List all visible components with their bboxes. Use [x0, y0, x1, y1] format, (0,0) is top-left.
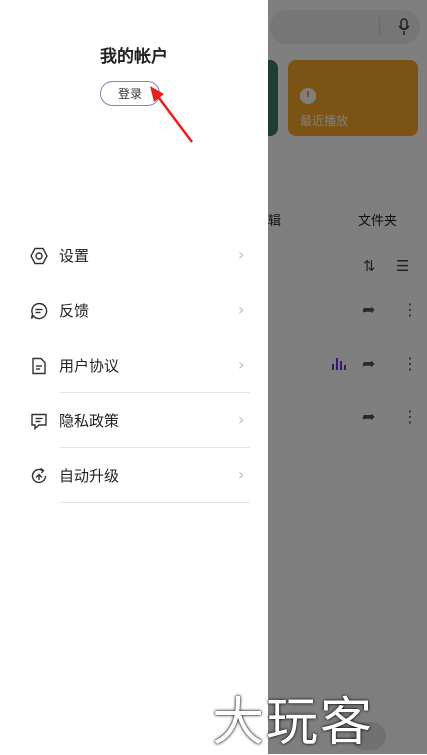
- chevron-right-icon: ›: [238, 410, 245, 429]
- menu-label: 用户协议: [59, 357, 120, 375]
- divider: [59, 502, 250, 503]
- privacy-note-icon: [31, 413, 47, 430]
- chevron-right-icon: ›: [238, 300, 245, 319]
- chevron-right-icon: ›: [238, 355, 245, 374]
- menu-label: 反馈: [59, 302, 90, 320]
- menu-item-auto-update[interactable]: 自动升级 ›: [0, 448, 268, 503]
- menu-item-settings[interactable]: 设置 ›: [0, 228, 268, 283]
- menu-item-user-agreement[interactable]: 用户协议 ›: [0, 338, 268, 393]
- navigation-drawer: 我的帐户 登录 设置 › 反馈 › 用户协议 › 隐私政策 › 自动升级 ›: [0, 0, 268, 754]
- menu-item-feedback[interactable]: 反馈 ›: [0, 283, 268, 338]
- account-title: 我的帐户: [100, 47, 168, 67]
- settings-hexagon-icon: [30, 247, 48, 265]
- annotation-arrow-icon: [150, 86, 193, 143]
- menu-label: 自动升级: [59, 467, 120, 485]
- menu-label: 隐私政策: [59, 412, 120, 430]
- document-icon: [32, 357, 46, 375]
- menu-item-privacy-policy[interactable]: 隐私政策 ›: [0, 393, 268, 448]
- menu-label: 设置: [59, 247, 90, 265]
- auto-update-icon: [31, 467, 47, 484]
- watermark: 大玩客: [212, 693, 375, 753]
- chevron-right-icon: ›: [238, 465, 245, 484]
- feedback-chat-icon: [30, 302, 48, 320]
- chevron-right-icon: ›: [238, 245, 245, 264]
